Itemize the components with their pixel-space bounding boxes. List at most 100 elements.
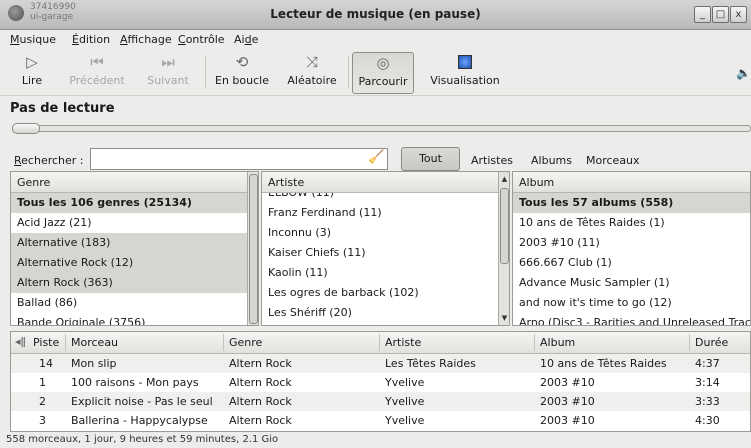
menu-bar: Musique Édition Affichage Contrôle Aide (0, 30, 751, 50)
clear-search-icon[interactable]: 🧹 (368, 150, 384, 165)
maximize-button[interactable]: □ (712, 6, 729, 23)
menu-controle[interactable]: Contrôle (178, 33, 225, 46)
filter-all-button[interactable]: Tout (401, 147, 460, 171)
menu-musique[interactable]: Musique (10, 33, 56, 46)
genre-row[interactable]: Altern Rock (363) (11, 273, 258, 293)
table-row[interactable]: 1 100 raisons - Mon pays Altern Rock Yve… (11, 373, 750, 392)
play-button[interactable]: ▷ Lire (12, 52, 52, 94)
artist-row[interactable]: Kaolin (11) (262, 263, 509, 283)
now-playing-icon: ◂ǁ (15, 335, 26, 348)
seek-slider[interactable] (12, 125, 751, 132)
cell-artist: Yvelive (385, 395, 425, 408)
filter-tracks[interactable]: Morceaux (586, 154, 640, 167)
browse-label: Parcourir (358, 75, 408, 88)
search-label: Rechercher : (14, 154, 84, 167)
track-list: ◂ǁ Piste Morceau Genre Artiste Album Dur… (10, 331, 751, 432)
close-button[interactable]: x (730, 6, 747, 23)
album-row[interactable]: Tous les 57 albums (558) (513, 193, 750, 213)
minimize-button[interactable]: _ (694, 6, 711, 23)
genre-row[interactable]: Ballad (86) (11, 293, 258, 313)
cell-duration: 4:37 (695, 357, 720, 370)
album-pane: Album Tous les 57 albums (558) 10 ans de… (512, 171, 751, 326)
artist-row[interactable]: Franz Ferdinand (11) (262, 203, 509, 223)
cell-duration: 3:33 (695, 395, 720, 408)
artist-header[interactable]: Artiste (262, 172, 509, 193)
artist-pane: Artiste ELBOW (11) Franz Ferdinand (11) … (261, 171, 510, 326)
album-row[interactable]: Arno (Disc3 - Rarities and Unreleased Tr… (513, 313, 750, 325)
next-icon: ⏭ (161, 53, 175, 71)
menu-mnemonic: É (72, 33, 79, 46)
menu-edition[interactable]: Édition (72, 33, 110, 46)
menu-text: e (251, 33, 259, 46)
shuffle-button[interactable]: ⤨ Aléatoire (280, 52, 344, 94)
search-input[interactable] (90, 148, 388, 170)
cell-album: 2003 #10 (540, 395, 595, 408)
visualization-button[interactable]: Visualisation (424, 52, 506, 94)
cell-artist: Les Têtes Raides (385, 357, 476, 370)
col-genre[interactable]: Genre (229, 336, 262, 349)
album-header-label: Album (519, 176, 555, 189)
filter-albums[interactable]: Albums (531, 154, 572, 167)
album-row[interactable]: and now it's time to go (12) (513, 293, 750, 313)
album-row[interactable]: Advance Music Sampler (1) (513, 273, 750, 293)
artist-row[interactable]: Kaiser Chiefs (11) (262, 243, 509, 263)
cell-genre: Altern Rock (229, 357, 292, 370)
col-artist[interactable]: Artiste (385, 336, 421, 349)
next-button[interactable]: ⏭ Suivant (136, 52, 200, 94)
menu-text: ontrôle (185, 33, 225, 46)
previous-icon: ⏮ (90, 53, 104, 71)
scroll-down-icon[interactable]: ▼ (500, 313, 509, 323)
artist-row[interactable]: Les ogres de barback (102) (262, 283, 509, 303)
col-album[interactable]: Album (540, 336, 575, 349)
album-row[interactable]: 666.667 Club (1) (513, 253, 750, 273)
album-row[interactable]: 10 ans de Têtes Raides (1) (513, 213, 750, 233)
filter-artists[interactable]: Artistes (471, 154, 513, 167)
volume-icon[interactable]: 🔈 (736, 66, 751, 80)
shuffle-icon: ⤨ (305, 53, 318, 71)
scroll-up-icon[interactable]: ▲ (500, 174, 509, 184)
column-divider (689, 334, 690, 351)
genre-row[interactable]: Alternative Rock (12) (11, 253, 258, 273)
genre-scroll-thumb[interactable] (249, 174, 258, 324)
column-divider (379, 334, 380, 351)
repeat-button[interactable]: ⟲ En boucle (210, 52, 274, 94)
genre-row[interactable]: Bande Originale (3756) (11, 313, 258, 325)
table-row[interactable]: 2 Explicit noise - Pas le seul Altern Ro… (11, 392, 750, 411)
shuffle-label: Aléatoire (287, 74, 337, 87)
table-row[interactable]: 14 Mon slip Altern Rock Les Têtes Raides… (11, 354, 750, 373)
browse-button[interactable]: ◎ Parcourir (352, 52, 414, 94)
artist-scrollbar[interactable]: ▲ ▼ (498, 172, 509, 325)
menu-affichage[interactable]: Affichage (120, 33, 172, 46)
album-header[interactable]: Album (513, 172, 750, 193)
artist-row[interactable]: Les Shériff (20) (262, 303, 509, 323)
genre-row[interactable]: Acid Jazz (21) (11, 213, 258, 233)
previous-button[interactable]: ⏮ Précédent (60, 52, 134, 94)
genre-row[interactable]: Tous les 106 genres (25134) (11, 193, 258, 213)
col-duration[interactable]: Durée (695, 336, 728, 349)
table-row[interactable]: 3 Ballerina - Happycalypse Altern Rock Y… (11, 411, 750, 430)
cell-duration: 3:14 (695, 376, 720, 389)
genre-row[interactable]: Alternative (183) (11, 233, 258, 253)
visualization-icon (424, 52, 506, 72)
col-title[interactable]: Morceau (71, 336, 118, 349)
genre-header[interactable]: Genre (11, 172, 258, 193)
menu-aide[interactable]: Aide (234, 33, 258, 46)
artist-scroll-thumb[interactable] (500, 188, 509, 264)
track-list-header: ◂ǁ Piste Morceau Genre Artiste Album Dur… (11, 332, 750, 354)
cell-title: Explicit noise - Pas le seul (71, 395, 213, 408)
menu-text: Ai (234, 33, 245, 46)
cell-track: 2 (39, 395, 46, 408)
cell-duration: 4:30 (695, 414, 720, 427)
title-bar: 37416990 ui-garage Lecteur de musique (e… (0, 0, 751, 30)
artist-row[interactable]: Inconnu (3) (262, 223, 509, 243)
previous-label: Précédent (69, 74, 125, 87)
seek-slider-knob[interactable] (12, 123, 40, 134)
cell-artist: Yvelive (385, 414, 425, 427)
cell-album: 2003 #10 (540, 414, 595, 427)
genre-pane: Genre Tous les 106 genres (25134) Acid J… (10, 171, 259, 326)
genre-scrollbar[interactable] (247, 172, 258, 325)
album-row[interactable]: 2003 #10 (11) (513, 233, 750, 253)
play-label: Lire (21, 74, 43, 87)
col-track[interactable]: Piste (33, 336, 59, 349)
cell-track: 1 (39, 376, 46, 389)
